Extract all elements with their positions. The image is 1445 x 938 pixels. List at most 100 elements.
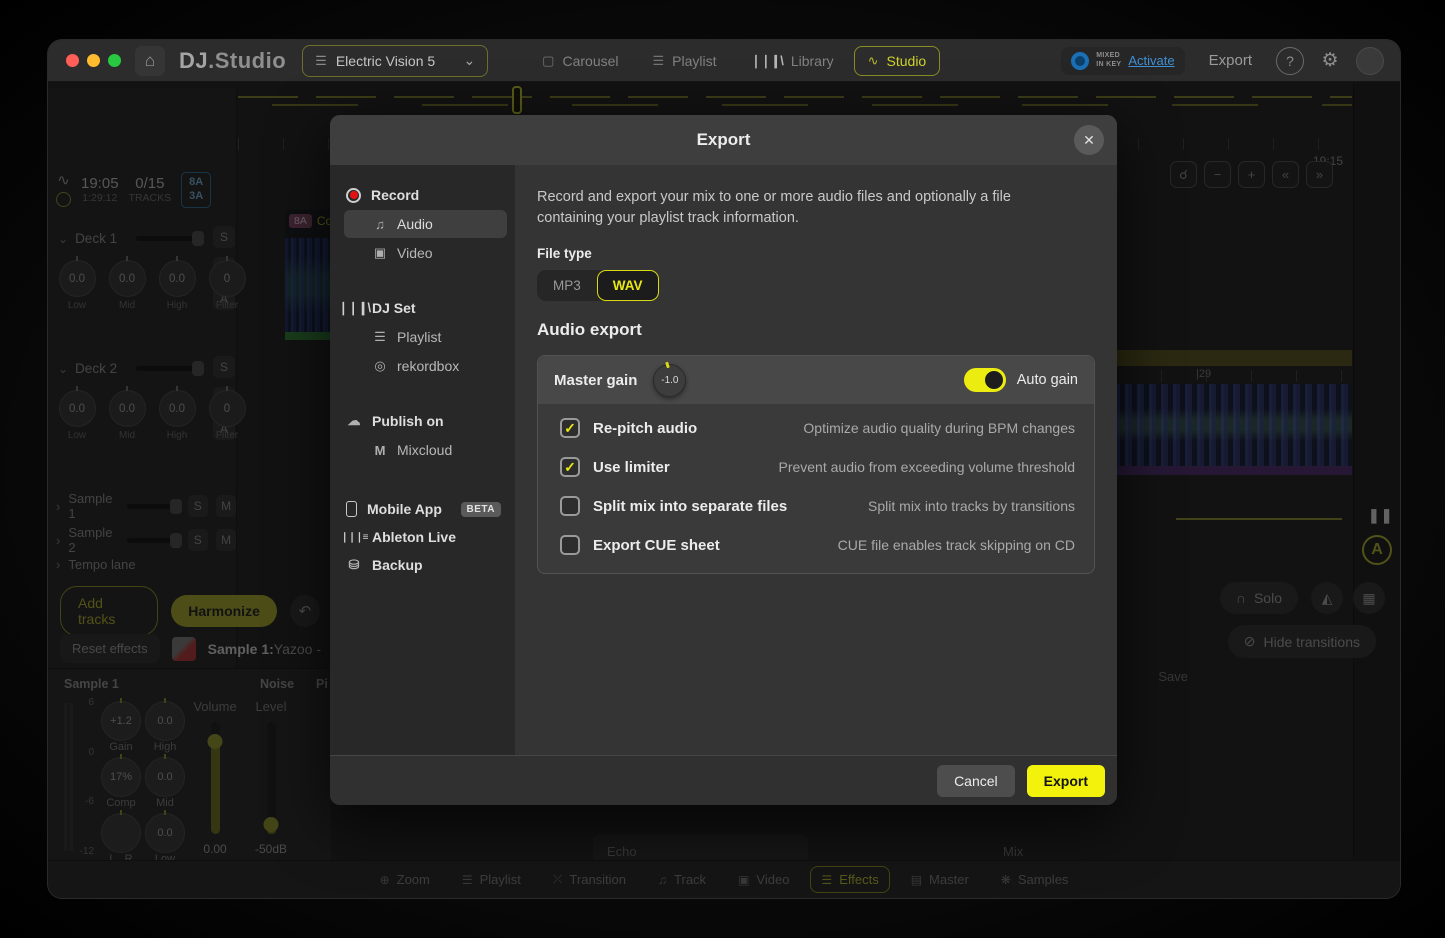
sidebar-group-djset: ❘❘❙\ DJ Set bbox=[337, 300, 416, 316]
project-playlist-icon: ☰ bbox=[315, 52, 327, 68]
option-label: Use limiter bbox=[593, 458, 670, 476]
option-row-limiter: ✓ Use limiter Prevent audio from exceedi… bbox=[560, 457, 1075, 478]
app-logo-rest: .Studio bbox=[208, 47, 287, 73]
dialog-header: Export ✕ bbox=[330, 115, 1117, 165]
dialog-sidebar: Record ♫ Audio ▣ Video ❘❘❙\ DJ Set ☰ Pla… bbox=[330, 165, 515, 755]
option-label: Export CUE sheet bbox=[593, 536, 720, 554]
studio-icon: ∿ bbox=[867, 52, 879, 68]
playlist-icon: ☰ bbox=[652, 52, 665, 68]
option-hint: Split mix into tracks by transitions bbox=[868, 498, 1075, 515]
tab-library[interactable]: ❘❘❙\ Library bbox=[737, 46, 848, 76]
option-row-cue: Export CUE sheet CUE file enables track … bbox=[560, 535, 1075, 556]
option-hint: CUE file enables track skipping on CD bbox=[837, 537, 1075, 554]
cloud-upload-icon: ☁ bbox=[347, 413, 361, 428]
repitch-checkbox[interactable]: ✓ bbox=[560, 418, 580, 439]
dj-set-icon: ❘❘❙\ bbox=[337, 300, 371, 315]
ableton-icon: ❘❘❘≡ bbox=[340, 531, 369, 543]
tab-label: Carousel bbox=[562, 52, 619, 69]
tab-label: Playlist bbox=[672, 52, 717, 69]
mik-line2: IN KEY bbox=[1096, 60, 1122, 68]
home-button[interactable]: ⌂ bbox=[135, 45, 165, 76]
music-note-icon: ♫ bbox=[375, 216, 385, 232]
beta-badge: BETA bbox=[460, 501, 501, 517]
sidebar-item-mixcloud[interactable]: M Mixcloud bbox=[344, 436, 507, 464]
export-menu-button[interactable]: Export bbox=[1197, 46, 1264, 75]
tab-label: Library bbox=[790, 52, 834, 69]
dialog-footer: Cancel Export bbox=[330, 755, 1117, 805]
file-type-wav[interactable]: WAV bbox=[596, 270, 659, 302]
export-dialog: Export ✕ Record ♫ Audio ▣ Video ❘❘❙\ DJ … bbox=[330, 115, 1117, 805]
option-hint: Optimize audio quality during BPM change… bbox=[803, 420, 1075, 437]
auto-gain-toggle[interactable] bbox=[963, 368, 1006, 393]
audio-export-heading: Audio export bbox=[537, 320, 642, 340]
file-type-selector: MP3 WAV bbox=[537, 270, 659, 302]
carousel-icon: ▢ bbox=[542, 52, 555, 68]
mixedinkey-name: MIXED IN KEY bbox=[1096, 52, 1121, 68]
phone-icon bbox=[346, 501, 357, 517]
check-icon: ✓ bbox=[564, 420, 576, 437]
record-icon bbox=[346, 187, 361, 203]
mik-line1: MIXED bbox=[1096, 52, 1120, 60]
view-tabs: ▢ Carousel ☰ Playlist ❘❘❙\ Library ∿ Stu… bbox=[528, 45, 941, 76]
tab-carousel[interactable]: ▢ Carousel bbox=[528, 46, 632, 76]
option-label: Split mix into separate files bbox=[593, 497, 788, 515]
auto-gain-label: Auto gain bbox=[1016, 372, 1078, 389]
tab-label: Studio bbox=[886, 52, 927, 69]
close-dialog-button[interactable]: ✕ bbox=[1074, 125, 1104, 155]
option-row-split: Split mix into separate files Split mix … bbox=[560, 496, 1075, 517]
cancel-button[interactable]: Cancel bbox=[937, 764, 1015, 797]
file-type-label: File type bbox=[537, 246, 592, 262]
sidebar-group-record: Record bbox=[344, 181, 507, 209]
mixedinkey-logo-icon bbox=[1071, 51, 1090, 70]
tab-studio[interactable]: ∿ Studio bbox=[853, 45, 941, 76]
minimize-window-button[interactable] bbox=[87, 54, 100, 67]
gear-icon: ⚙ bbox=[1321, 50, 1339, 71]
library-icon: ❘❘❙\ bbox=[750, 52, 784, 68]
screen: ⌂ DJ.Studio ☰ Electric Vision 5 ⌄ ▢ Caro… bbox=[0, 0, 1445, 938]
avatar[interactable] bbox=[1356, 46, 1384, 75]
rekordbox-icon: ◎ bbox=[374, 358, 386, 373]
sidebar-item-ableton[interactable]: ❘❘❘≡ Ableton Live bbox=[340, 523, 507, 551]
settings-button[interactable]: ⚙ bbox=[1316, 47, 1344, 75]
master-gain-row: Master gain -1.0 Auto gain bbox=[538, 356, 1094, 405]
export-button[interactable]: Export bbox=[1026, 764, 1105, 797]
audio-export-panel: Master gain -1.0 Auto gain ✓ Re-pitch au… bbox=[537, 355, 1095, 575]
sidebar-item-audio[interactable]: ♫ Audio bbox=[344, 210, 507, 238]
mixedinkey-widget: MIXED IN KEY Activate bbox=[1061, 46, 1185, 75]
window-controls bbox=[48, 54, 135, 67]
close-icon: ✕ bbox=[1083, 131, 1095, 148]
playlist-icon: ☰ bbox=[374, 329, 386, 344]
option-hint: Prevent audio from exceeding volume thre… bbox=[778, 459, 1075, 476]
close-window-button[interactable] bbox=[66, 54, 79, 67]
sidebar-item-video[interactable]: ▣ Video bbox=[344, 239, 507, 267]
mixcloud-icon: M bbox=[374, 442, 386, 458]
project-name: Electric Vision 5 bbox=[335, 52, 436, 69]
master-gain-knob[interactable]: -1.0 bbox=[653, 363, 687, 397]
export-description: Record and export your mix to one or mor… bbox=[537, 189, 1011, 227]
help-icon: ? bbox=[1286, 52, 1294, 69]
dialog-title: Export bbox=[696, 130, 751, 149]
limiter-checkbox[interactable]: ✓ bbox=[560, 457, 580, 478]
chevron-down-icon: ⌄ bbox=[463, 52, 476, 68]
zoom-window-button[interactable] bbox=[108, 54, 121, 67]
app-logo-bold: DJ bbox=[179, 47, 209, 73]
option-label: Re-pitch audio bbox=[593, 419, 698, 437]
sidebar-item-playlist[interactable]: ☰ Playlist bbox=[344, 323, 507, 351]
file-type-mp3[interactable]: MP3 bbox=[537, 270, 597, 301]
option-row-repitch: ✓ Re-pitch audio Optimize audio quality … bbox=[560, 418, 1075, 439]
video-camera-icon: ▣ bbox=[373, 245, 387, 260]
home-icon: ⌂ bbox=[144, 50, 156, 70]
check-icon: ✓ bbox=[564, 459, 576, 476]
cue-checkbox[interactable] bbox=[560, 535, 580, 556]
tab-playlist[interactable]: ☰ Playlist bbox=[639, 46, 731, 76]
app-logo: DJ.Studio bbox=[179, 48, 286, 74]
backup-icon: ⛁ bbox=[348, 557, 360, 572]
activate-link[interactable]: Activate bbox=[1128, 53, 1174, 68]
sidebar-item-rekordbox[interactable]: ◎ rekordbox bbox=[344, 352, 507, 380]
dialog-content: Record and export your mix to one or mor… bbox=[515, 165, 1117, 755]
split-checkbox[interactable] bbox=[560, 496, 580, 517]
project-selector[interactable]: ☰ Electric Vision 5 ⌄ bbox=[302, 44, 489, 77]
sidebar-item-backup[interactable]: ⛁ Backup bbox=[344, 551, 507, 579]
sidebar-item-mobile-app[interactable]: Mobile App BETA bbox=[344, 495, 507, 523]
help-button[interactable]: ? bbox=[1276, 46, 1304, 75]
